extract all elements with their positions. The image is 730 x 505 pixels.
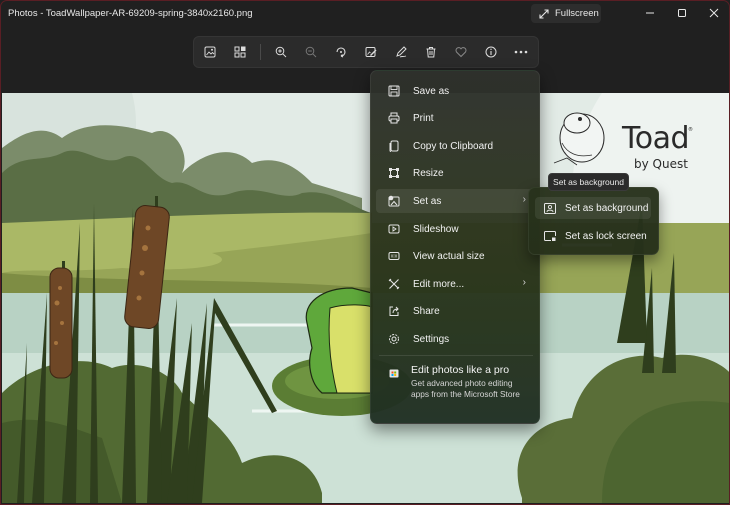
submenu-item-label: Set as lock screen — [565, 230, 647, 242]
menu-item-label: Save as — [413, 85, 450, 97]
delete-button[interactable] — [416, 39, 446, 65]
menu-item-view-actual-size[interactable]: View actual size — [376, 244, 536, 268]
resize-icon — [387, 166, 401, 180]
menu-item-copy-to-clipboard[interactable]: Copy to Clipboard — [376, 134, 536, 158]
markup-icon — [396, 46, 407, 58]
close-button[interactable] — [699, 4, 729, 22]
actual-size-icon — [387, 249, 401, 263]
image-view-icon — [204, 46, 216, 58]
settings-icon — [387, 332, 401, 346]
logo-toad-text: Toad — [622, 121, 690, 156]
edit-more-icon — [387, 277, 401, 291]
set-as-submenu: Set as background Set as lock screen — [528, 187, 659, 255]
expand-icon — [539, 8, 549, 19]
info-icon — [485, 46, 497, 58]
save-icon — [387, 84, 401, 98]
menu-item-resize[interactable]: Resize — [376, 161, 536, 185]
delete-icon — [426, 47, 436, 58]
lock-screen-icon — [543, 229, 557, 243]
close-icon — [709, 8, 719, 18]
window-title: Photos - ToadWallpaper-AR-69209-spring-3… — [8, 8, 253, 19]
copy-icon — [387, 139, 401, 153]
title-bar: Photos - ToadWallpaper-AR-69209-spring-3… — [1, 1, 729, 27]
menu-item-edit-more[interactable]: Edit more... › — [376, 272, 536, 296]
menu-item-label: Set as — [413, 195, 442, 207]
rotate-button[interactable] — [326, 39, 356, 65]
gallery-icon — [234, 46, 246, 58]
tooltip: Set as background — [548, 173, 629, 191]
submenu-item-label: Set as background — [565, 202, 649, 214]
minimize-icon — [646, 12, 654, 14]
photo-toolbar — [193, 36, 539, 68]
menu-item-label: Edit more... — [413, 278, 465, 290]
image-view-button[interactable] — [195, 39, 225, 65]
submenu-item-set-as-lock-screen[interactable]: Set as lock screen — [535, 225, 651, 247]
maximize-icon — [678, 9, 686, 17]
toad-wallpaper-image — [2, 93, 729, 503]
menu-item-settings[interactable]: Settings — [376, 327, 536, 351]
toolbar-separator — [260, 44, 261, 60]
menu-item-label: Slideshow — [413, 223, 459, 235]
more-button[interactable] — [506, 39, 536, 65]
more-options-menu: Save as Print Copy to Clipboard Resize S… — [370, 70, 540, 424]
menu-item-save-as[interactable]: Save as — [376, 79, 536, 103]
info-button[interactable] — [476, 39, 506, 65]
edit-image-icon — [365, 47, 377, 57]
favorite-icon — [455, 47, 467, 58]
menu-item-label: Share — [413, 305, 440, 317]
rotate-icon — [336, 47, 346, 58]
zoom-in-icon — [275, 46, 287, 58]
set-as-icon — [387, 194, 401, 208]
menu-item-label: Print — [413, 112, 434, 124]
markup-button[interactable] — [386, 39, 416, 65]
chevron-right-icon: › — [522, 194, 526, 205]
promo-description: Get advanced photo editing apps from the… — [411, 378, 520, 399]
chevron-right-icon: › — [522, 277, 526, 288]
menu-item-print[interactable]: Print — [376, 106, 536, 130]
promo-title: Edit photos like a pro — [411, 364, 510, 376]
menu-item-label: Settings — [413, 333, 450, 345]
photo-canvas[interactable]: Toad ® by Quest — [2, 93, 729, 503]
logo-registered-mark: ® — [688, 127, 693, 133]
zoom-out-button[interactable] — [296, 39, 326, 65]
logo-byquest-text: by Quest — [634, 157, 688, 171]
menu-item-set-as[interactable]: Set as › — [376, 189, 536, 213]
favorite-button[interactable] — [446, 39, 476, 65]
menu-separator — [379, 355, 533, 356]
menu-item-slideshow[interactable]: Slideshow — [376, 217, 536, 241]
zoom-out-icon — [305, 46, 317, 58]
edit-image-button[interactable] — [356, 39, 386, 65]
submenu-item-set-as-background[interactable]: Set as background — [535, 197, 651, 219]
store-icon — [389, 365, 399, 383]
more-icon — [514, 50, 528, 54]
zoom-in-button[interactable] — [266, 39, 296, 65]
minimize-button[interactable] — [635, 4, 665, 22]
menu-item-label: View actual size — [413, 250, 485, 262]
print-icon — [387, 111, 401, 125]
slideshow-icon — [387, 222, 401, 236]
menu-item-label: Copy to Clipboard — [413, 140, 494, 152]
share-icon — [387, 304, 401, 318]
maximize-button[interactable] — [667, 4, 697, 22]
gallery-button[interactable] — [225, 39, 255, 65]
menu-item-label: Resize — [413, 167, 444, 179]
fullscreen-button[interactable]: Fullscreen — [531, 4, 601, 23]
background-icon — [543, 201, 557, 215]
photos-window: Photos - ToadWallpaper-AR-69209-spring-3… — [0, 0, 730, 505]
fullscreen-label: Fullscreen — [555, 8, 599, 19]
menu-item-share[interactable]: Share — [376, 299, 536, 323]
